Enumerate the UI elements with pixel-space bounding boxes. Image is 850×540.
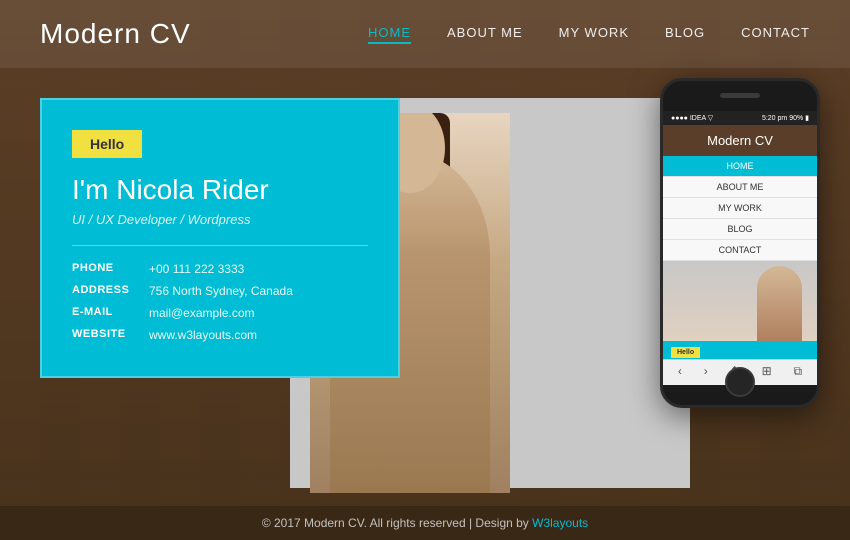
footer-link[interactable]: W3layouts (532, 516, 588, 530)
person-name: I'm Nicola Rider (72, 174, 368, 206)
contact-row-website: WEBSITE www.w3layouts.com (72, 328, 368, 342)
phone-app-title: Modern CV (663, 125, 817, 156)
header: Modern CV HOME ABOUT ME MY WORK BLOG CON… (0, 0, 850, 68)
phone-hello-badge: Hello (671, 347, 700, 358)
phone-label: PHONE (72, 262, 137, 274)
footer: © 2017 Modern CV. All rights reserved | … (0, 506, 850, 540)
phone-nav-work[interactable]: MY WORK (663, 198, 817, 219)
contact-row-phone: PHONE +00 111 222 3333 (72, 262, 368, 276)
nav-work[interactable]: MY WORK (559, 25, 629, 44)
address-value: 756 North Sydney, Canada (149, 284, 293, 298)
footer-text: © 2017 Modern CV. All rights reserved | … (262, 516, 532, 530)
divider (72, 245, 368, 246)
phone-status-left: ●●●● IDEA ▽ (671, 114, 713, 122)
nav-contact[interactable]: CONTACT (741, 25, 810, 44)
phone-home-button[interactable] (725, 367, 755, 397)
teal-card: Hello I'm Nicola Rider UI / UX Developer… (40, 98, 400, 378)
address-label: ADDRESS (72, 284, 137, 296)
phone-value: +00 111 222 3333 (149, 262, 244, 276)
contact-info: PHONE +00 111 222 3333 ADDRESS 756 North… (72, 262, 368, 342)
website-label: WEBSITE (72, 328, 137, 340)
phone-nav-contact[interactable]: CONTACT (663, 240, 817, 261)
phone-nav-home[interactable]: HOME (663, 156, 817, 177)
phone-nav: HOME ABOUT ME MY WORK BLOG CONTACT (663, 156, 817, 261)
phone-back-icon[interactable]: ‹ (678, 364, 682, 379)
main-nav: HOME ABOUT ME MY WORK BLOG CONTACT (368, 25, 810, 44)
nav-home[interactable]: HOME (368, 25, 411, 44)
phone-nav-about[interactable]: ABOUT ME (663, 177, 817, 198)
main-content: Hello I'm Nicola Rider UI / UX Developer… (0, 68, 850, 498)
phone-forward-icon[interactable]: › (704, 364, 708, 379)
nav-blog[interactable]: BLOG (665, 25, 705, 44)
contact-row-email: E-MAIL mail@example.com (72, 306, 368, 320)
phone-status-right: 5:20 pm 90% ▮ (762, 114, 809, 122)
phone-status-bar: ●●●● IDEA ▽ 5:20 pm 90% ▮ (663, 111, 817, 125)
website-value: www.w3layouts.com (149, 328, 257, 342)
phone-person-mini (757, 266, 802, 341)
phone-photo-area (663, 261, 817, 341)
phone-bookmark-icon[interactable]: ⊞ (762, 364, 772, 379)
phone-speaker (720, 93, 760, 98)
person-title: UI / UX Developer / Wordpress (72, 212, 368, 227)
logo: Modern CV (40, 18, 191, 50)
hello-badge: Hello (72, 130, 142, 158)
phone-nav-blog[interactable]: BLOG (663, 219, 817, 240)
contact-row-address: ADDRESS 756 North Sydney, Canada (72, 284, 368, 298)
email-label: E-MAIL (72, 306, 137, 318)
phone-screen: ●●●● IDEA ▽ 5:20 pm 90% ▮ Modern CV HOME… (663, 111, 817, 385)
phone-mockup: ●●●● IDEA ▽ 5:20 pm 90% ▮ Modern CV HOME… (660, 78, 820, 408)
phone-tabs-icon[interactable]: ⧉ (793, 364, 802, 379)
email-value: mail@example.com (149, 306, 255, 320)
nav-about[interactable]: ABOUT ME (447, 25, 523, 44)
